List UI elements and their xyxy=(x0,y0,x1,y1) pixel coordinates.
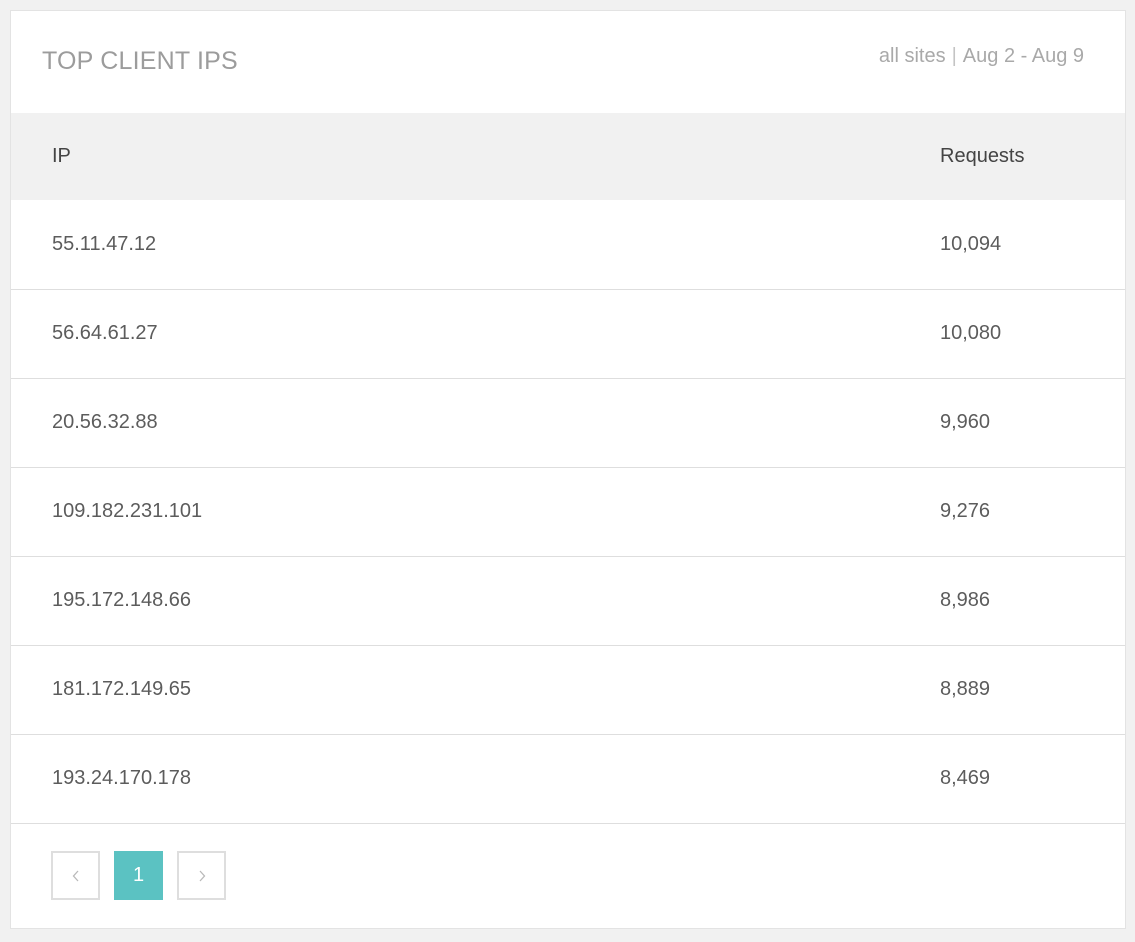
range-separator: | xyxy=(951,45,957,67)
requests-cell: 8,889 xyxy=(940,645,1125,735)
requests-cell: 9,960 xyxy=(940,378,1125,468)
requests-cell: 9,276 xyxy=(940,467,1125,557)
column-header-ip[interactable]: IP xyxy=(11,113,940,200)
table-row: 109.182.231.101 9,276 xyxy=(11,467,1125,557)
requests-cell: 8,986 xyxy=(940,556,1125,646)
panel-date-range: all sites | Aug 2 - Aug 9 xyxy=(879,45,1084,68)
chevron-right-icon xyxy=(199,870,205,881)
panel-header: TOP CLIENT IPS all sites | Aug 2 - Aug 9 xyxy=(11,11,1125,113)
table-row: 56.64.61.27 10,080 xyxy=(11,289,1125,379)
ip-cell: 56.64.61.27 xyxy=(11,289,940,379)
requests-cell: 8,469 xyxy=(940,734,1125,824)
client-ips-table: IP Requests 55.11.47.12 10,094 56.64.61.… xyxy=(11,113,1125,824)
previous-page-button[interactable] xyxy=(51,851,100,900)
ip-cell: 20.56.32.88 xyxy=(11,378,940,468)
ip-cell: 109.182.231.101 xyxy=(11,467,940,557)
table-row: 55.11.47.12 10,094 xyxy=(11,200,1125,290)
ip-cell: 195.172.148.66 xyxy=(11,556,940,646)
table-row: 181.172.149.65 8,889 xyxy=(11,645,1125,735)
column-header-requests[interactable]: Requests xyxy=(940,113,1125,200)
top-client-ips-panel: TOP CLIENT IPS all sites | Aug 2 - Aug 9 I… xyxy=(10,10,1126,929)
table-row: 20.56.32.88 9,960 xyxy=(11,378,1125,468)
ip-cell: 55.11.47.12 xyxy=(11,200,940,290)
ip-cell: 181.172.149.65 xyxy=(11,645,940,735)
table-row: 193.24.170.178 8,469 xyxy=(11,734,1125,824)
table-header-row: IP Requests xyxy=(11,113,1125,200)
next-page-button[interactable] xyxy=(177,851,226,900)
date-range-label: Aug 2 - Aug 9 xyxy=(962,45,1084,67)
page-button-current[interactable]: 1 xyxy=(114,851,163,900)
requests-cell: 10,080 xyxy=(940,289,1125,379)
pagination: 1 xyxy=(51,851,240,900)
table-row: 195.172.148.66 8,986 xyxy=(11,556,1125,646)
site-scope-label: all sites xyxy=(878,45,946,67)
ip-cell: 193.24.170.178 xyxy=(11,734,940,824)
panel-title: TOP CLIENT IPS xyxy=(42,47,238,75)
requests-cell: 10,094 xyxy=(940,200,1125,290)
chevron-left-icon xyxy=(72,870,78,881)
